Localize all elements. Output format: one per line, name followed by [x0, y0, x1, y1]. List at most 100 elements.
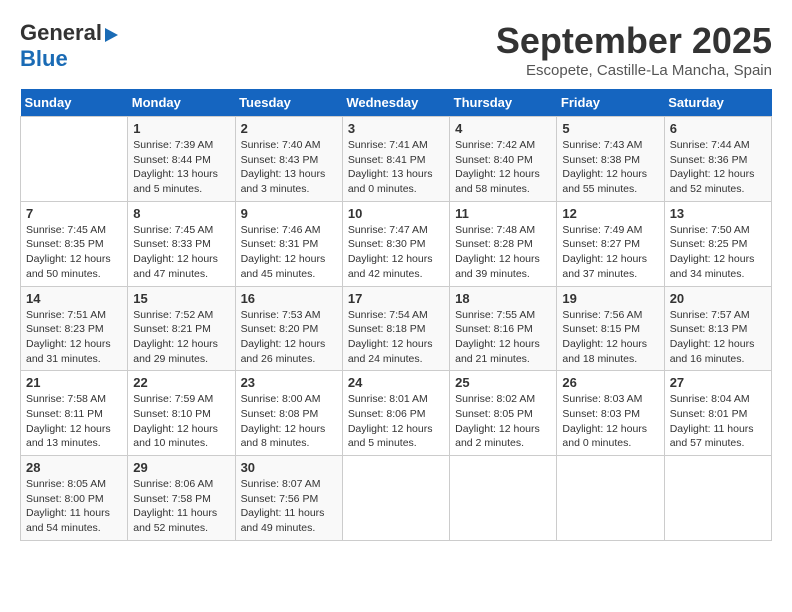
day-number: 16: [241, 291, 337, 306]
day-number: 7: [26, 206, 122, 221]
day-number: 18: [455, 291, 551, 306]
cell-content: 25Sunrise: 8:02 AM Sunset: 8:05 PM Dayli…: [455, 375, 551, 451]
cell-content: 26 Sunrise: 8:03 AM Sunset: 8:03 PM Dayli…: [562, 375, 658, 451]
day-number: 6: [670, 121, 766, 136]
day-number: 3: [348, 121, 444, 136]
calendar-cell: 20 Sunrise: 7:57 AM Sunset: 8:13 PM Dayli…: [664, 286, 771, 371]
calendar-cell: 22Sunrise: 7:59 AM Sunset: 8:10 PM Dayli…: [128, 371, 235, 456]
cell-content: 9 Sunrise: 7:46 AM Sunset: 8:31 PM Daylig…: [241, 206, 337, 282]
cell-info: Sunrise: 8:04 AM Sunset: 8:01 PM Dayligh…: [670, 392, 766, 451]
header-monday: Monday: [128, 89, 235, 117]
week-row-5: 28 Sunrise: 8:05 AM Sunset: 8:00 PM Dayli…: [21, 456, 772, 541]
cell-content: 5Sunrise: 7:43 AM Sunset: 8:38 PM Daylig…: [562, 121, 658, 197]
day-number: 10: [348, 206, 444, 221]
cell-content: 16 Sunrise: 7:53 AM Sunset: 8:20 PM Dayli…: [241, 291, 337, 367]
calendar-cell: 7 Sunrise: 7:45 AM Sunset: 8:35 PM Daylig…: [21, 201, 128, 286]
calendar-cell: [557, 456, 664, 541]
day-number: 8: [133, 206, 229, 221]
calendar-cell: 15 Sunrise: 7:52 AM Sunset: 8:21 PM Dayli…: [128, 286, 235, 371]
calendar-cell: 4Sunrise: 7:42 AM Sunset: 8:40 PM Daylig…: [450, 117, 557, 202]
cell-content: 17Sunrise: 7:54 AM Sunset: 8:18 PM Dayli…: [348, 291, 444, 367]
calendar-cell: 13 Sunrise: 7:50 AM Sunset: 8:25 PM Dayli…: [664, 201, 771, 286]
day-number: 15: [133, 291, 229, 306]
title-block: September 2025 Escopete, Castille-La Man…: [496, 20, 772, 79]
day-number: 27: [670, 375, 766, 390]
calendar-table: SundayMondayTuesdayWednesdayThursdayFrid…: [20, 89, 772, 541]
cell-info: Sunrise: 8:00 AM Sunset: 8:08 PM Dayligh…: [241, 392, 337, 451]
calendar-cell: 23 Sunrise: 8:00 AM Sunset: 8:08 PM Dayli…: [235, 371, 342, 456]
calendar-cell: 5Sunrise: 7:43 AM Sunset: 8:38 PM Daylig…: [557, 117, 664, 202]
calendar-cell: 19Sunrise: 7:56 AM Sunset: 8:15 PM Dayli…: [557, 286, 664, 371]
day-number: 1: [133, 121, 229, 136]
day-number: 12: [562, 206, 658, 221]
day-number: 13: [670, 206, 766, 221]
cell-info: Sunrise: 7:45 AM Sunset: 8:35 PM Dayligh…: [26, 223, 122, 282]
cell-content: 8 Sunrise: 7:45 AM Sunset: 8:33 PM Daylig…: [133, 206, 229, 282]
calendar-cell: 17Sunrise: 7:54 AM Sunset: 8:18 PM Dayli…: [342, 286, 449, 371]
cell-content: 6Sunrise: 7:44 AM Sunset: 8:36 PM Daylig…: [670, 121, 766, 197]
day-number: 26: [562, 375, 658, 390]
cell-info: Sunrise: 7:41 AM Sunset: 8:41 PM Dayligh…: [348, 138, 444, 197]
cell-info: Sunrise: 7:39 AM Sunset: 8:44 PM Dayligh…: [133, 138, 229, 197]
cell-info: Sunrise: 8:07 AM Sunset: 7:56 PM Dayligh…: [241, 477, 337, 536]
day-number: 17: [348, 291, 444, 306]
cell-info: Sunrise: 7:57 AM Sunset: 8:13 PM Dayligh…: [670, 308, 766, 367]
day-number: 9: [241, 206, 337, 221]
cell-info: Sunrise: 7:48 AM Sunset: 8:28 PM Dayligh…: [455, 223, 551, 282]
cell-content: 28 Sunrise: 8:05 AM Sunset: 8:00 PM Dayli…: [26, 460, 122, 536]
calendar-cell: [664, 456, 771, 541]
cell-info: Sunrise: 7:52 AM Sunset: 8:21 PM Dayligh…: [133, 308, 229, 367]
cell-content: 7 Sunrise: 7:45 AM Sunset: 8:35 PM Daylig…: [26, 206, 122, 282]
calendar-cell: 26 Sunrise: 8:03 AM Sunset: 8:03 PM Dayli…: [557, 371, 664, 456]
calendar-cell: 10 Sunrise: 7:47 AM Sunset: 8:30 PM Dayli…: [342, 201, 449, 286]
cell-info: Sunrise: 7:59 AM Sunset: 8:10 PM Dayligh…: [133, 392, 229, 451]
calendar-cell: 18Sunrise: 7:55 AM Sunset: 8:16 PM Dayli…: [450, 286, 557, 371]
cell-info: Sunrise: 7:58 AM Sunset: 8:11 PM Dayligh…: [26, 392, 122, 451]
cell-info: Sunrise: 7:53 AM Sunset: 8:20 PM Dayligh…: [241, 308, 337, 367]
day-number: 2: [241, 121, 337, 136]
cell-info: Sunrise: 7:42 AM Sunset: 8:40 PM Dayligh…: [455, 138, 551, 197]
calendar-cell: 3 Sunrise: 7:41 AM Sunset: 8:41 PM Daylig…: [342, 117, 449, 202]
cell-info: Sunrise: 8:05 AM Sunset: 8:00 PM Dayligh…: [26, 477, 122, 536]
cell-content: 23 Sunrise: 8:00 AM Sunset: 8:08 PM Dayli…: [241, 375, 337, 451]
week-row-1: 1 Sunrise: 7:39 AM Sunset: 8:44 PM Daylig…: [21, 117, 772, 202]
cell-info: Sunrise: 8:01 AM Sunset: 8:06 PM Dayligh…: [348, 392, 444, 451]
calendar-cell: 1 Sunrise: 7:39 AM Sunset: 8:44 PM Daylig…: [128, 117, 235, 202]
calendar-cell: 29Sunrise: 8:06 AM Sunset: 7:58 PM Dayli…: [128, 456, 235, 541]
day-number: 5: [562, 121, 658, 136]
cell-info: Sunrise: 7:45 AM Sunset: 8:33 PM Dayligh…: [133, 223, 229, 282]
cell-info: Sunrise: 7:40 AM Sunset: 8:43 PM Dayligh…: [241, 138, 337, 197]
week-row-2: 7 Sunrise: 7:45 AM Sunset: 8:35 PM Daylig…: [21, 201, 772, 286]
week-row-3: 14Sunrise: 7:51 AM Sunset: 8:23 PM Dayli…: [21, 286, 772, 371]
cell-info: Sunrise: 8:02 AM Sunset: 8:05 PM Dayligh…: [455, 392, 551, 451]
cell-info: Sunrise: 7:50 AM Sunset: 8:25 PM Dayligh…: [670, 223, 766, 282]
day-number: 29: [133, 460, 229, 475]
cell-info: Sunrise: 7:51 AM Sunset: 8:23 PM Dayligh…: [26, 308, 122, 367]
cell-info: Sunrise: 7:47 AM Sunset: 8:30 PM Dayligh…: [348, 223, 444, 282]
day-number: 21: [26, 375, 122, 390]
week-row-4: 21 Sunrise: 7:58 AM Sunset: 8:11 PM Dayli…: [21, 371, 772, 456]
cell-content: 20 Sunrise: 7:57 AM Sunset: 8:13 PM Dayli…: [670, 291, 766, 367]
cell-content: 30Sunrise: 8:07 AM Sunset: 7:56 PM Dayli…: [241, 460, 337, 536]
day-number: 23: [241, 375, 337, 390]
calendar-cell: [450, 456, 557, 541]
cell-content: 10 Sunrise: 7:47 AM Sunset: 8:30 PM Dayli…: [348, 206, 444, 282]
calendar-cell: 24Sunrise: 8:01 AM Sunset: 8:06 PM Dayli…: [342, 371, 449, 456]
cell-content: 3 Sunrise: 7:41 AM Sunset: 8:41 PM Daylig…: [348, 121, 444, 197]
day-number: 20: [670, 291, 766, 306]
calendar-cell: 28 Sunrise: 8:05 AM Sunset: 8:00 PM Dayli…: [21, 456, 128, 541]
cell-info: Sunrise: 8:03 AM Sunset: 8:03 PM Dayligh…: [562, 392, 658, 451]
calendar-cell: 21 Sunrise: 7:58 AM Sunset: 8:11 PM Dayli…: [21, 371, 128, 456]
header-friday: Friday: [557, 89, 664, 117]
header-tuesday: Tuesday: [235, 89, 342, 117]
day-number: 19: [562, 291, 658, 306]
cell-content: 13 Sunrise: 7:50 AM Sunset: 8:25 PM Dayli…: [670, 206, 766, 282]
cell-content: 22Sunrise: 7:59 AM Sunset: 8:10 PM Dayli…: [133, 375, 229, 451]
cell-content: 21 Sunrise: 7:58 AM Sunset: 8:11 PM Dayli…: [26, 375, 122, 451]
calendar-header-row: SundayMondayTuesdayWednesdayThursdayFrid…: [21, 89, 772, 117]
calendar-cell: 6Sunrise: 7:44 AM Sunset: 8:36 PM Daylig…: [664, 117, 771, 202]
day-number: 28: [26, 460, 122, 475]
cell-info: Sunrise: 7:46 AM Sunset: 8:31 PM Dayligh…: [241, 223, 337, 282]
calendar-cell: 8 Sunrise: 7:45 AM Sunset: 8:33 PM Daylig…: [128, 201, 235, 286]
logo-arrow-icon: [105, 28, 118, 42]
